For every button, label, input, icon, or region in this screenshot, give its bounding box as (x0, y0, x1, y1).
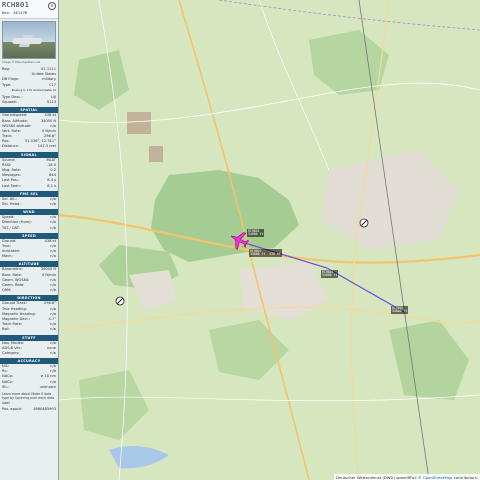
info-value: 5123 (46, 100, 56, 105)
direction-row: Roll: n/a (0, 327, 58, 332)
spatial-row: Distance: 142.3 nmi (0, 144, 58, 149)
altitude-row: QNH: n/a (0, 288, 58, 293)
aircraft-label-track[interactable]: RCH801 34000 ft 438 kt (249, 249, 282, 258)
attribution-suffix: contributors. (453, 474, 478, 480)
aircraft-label-selected[interactable]: RCH801 34000 ft (247, 229, 265, 238)
field-label[interactable]: QNH: (2, 288, 11, 293)
info-label: Pos. epoch: (2, 407, 23, 412)
rows-direction: Ground Track: 296.6° True Heading: n/a Magne… (0, 301, 58, 332)
airport-icon[interactable] (359, 218, 369, 228)
field-value: n/a (50, 350, 56, 355)
field-value: 142.3 nmi (37, 144, 56, 149)
field-label[interactable]: SIL: (2, 385, 9, 390)
aircraft-label-track[interactable]: RCH801 34000 ft (391, 306, 409, 315)
rows-signal: Source: MLAT RSSI: -18.0 Msg. Rate: 0.2 Messag… (0, 158, 58, 189)
map-canvas[interactable] (59, 0, 480, 480)
aircraft-label-track[interactable]: RCH801 34000 ft (321, 270, 339, 279)
rows-accuracy: NIC: n/a Rc: n/a NACp: ≥ 10 nm NACv: n/a SIL: unk… (0, 364, 58, 390)
field-label[interactable]: Mach: (2, 254, 13, 259)
sidebar-header: RCH801 Hex: AE117B × (0, 0, 58, 19)
wind-row: TAT / OAT: n/a (0, 226, 58, 231)
quarry-area (127, 112, 151, 134)
aircraft-photo[interactable] (2, 21, 56, 59)
field-label[interactable]: Sel. Head.: (2, 202, 22, 207)
info-value: 1660485993 (33, 407, 56, 412)
footer-note: Learn more about Mode S data type by hov… (2, 392, 55, 405)
info-label: Type: (2, 82, 12, 87)
close-icon[interactable]: × (48, 2, 56, 10)
info-squawk: Squawk: 5123 (0, 100, 58, 105)
field-value: n/a (50, 201, 56, 206)
info-label: Reg: (2, 67, 11, 71)
fms-sel-row: Sel. Head.: n/a (0, 202, 58, 207)
attribution-prefix: Deutscher Wetterdienst (DWD) speedRFall … (336, 474, 422, 480)
field-value: n/a (50, 254, 56, 259)
speed-row: Mach: n/a (0, 254, 58, 259)
field-value: n/a (50, 288, 56, 293)
app-window: RCH801 Hex: AE117B × Image © PlaneSpotte… (0, 0, 480, 480)
osm-link[interactable]: OpenStreetMap (423, 475, 453, 480)
field-label[interactable]: Category: (2, 351, 19, 356)
pos-epoch: Pos. epoch: 1660485993 (0, 407, 58, 412)
info-value: Boeing C-17A Globemaster III (11, 87, 56, 92)
stuff-row: Category: n/a (0, 351, 58, 356)
map-attribution: Deutscher Wetterdienst (DWD) speedRFall … (334, 474, 480, 480)
photo-fuselage (12, 38, 42, 44)
field-value: n/a (50, 225, 56, 230)
field-label[interactable]: Last Seen: (2, 184, 21, 189)
info-label: Squawk: (2, 100, 18, 105)
signal-row: Last Seen: 8.1 s (0, 184, 58, 189)
map-view[interactable]: RCH801 34000 ft RCH801 34000 ft 438 kt R… (59, 0, 480, 480)
field-value: n/a (50, 327, 56, 332)
rows-wind: Speed: n/a Direction (from): n/a TAT / OAT: n… (0, 215, 58, 231)
field-value: unknown (39, 384, 56, 389)
field-label[interactable]: Distance: (2, 144, 19, 149)
quarry-area (149, 146, 163, 162)
rows-stuff: Nav. Modes: n/a ADS-B Ver.: none Category: n/… (0, 341, 58, 357)
rows-spatial: Groundspeed: 438 kt Baro. Altitude: 34000 f… (0, 113, 58, 149)
aircraft-info-sidebar: RCH801 Hex: AE117B × Image © PlaneSpotte… (0, 0, 59, 480)
rows-speed: Ground: 438 kt True: n/a Indicated: n/a Mach: n… (0, 239, 58, 260)
hex-code: Hex: AE117B (2, 10, 28, 15)
airport-icon[interactable] (115, 296, 125, 306)
callsign: RCH801 (2, 1, 30, 9)
field-label[interactable]: Roll: (2, 327, 10, 332)
field-value: 8.1 s (47, 183, 56, 188)
rows-fms-sel: Sel. Alt.: n/a Sel. Head.: n/a (0, 197, 58, 207)
field-label[interactable]: TAT / OAT: (2, 226, 20, 231)
rows-altitude: Barometric: 34000 ft Baro. Rate: 0 ft/min Ge… (0, 267, 58, 293)
